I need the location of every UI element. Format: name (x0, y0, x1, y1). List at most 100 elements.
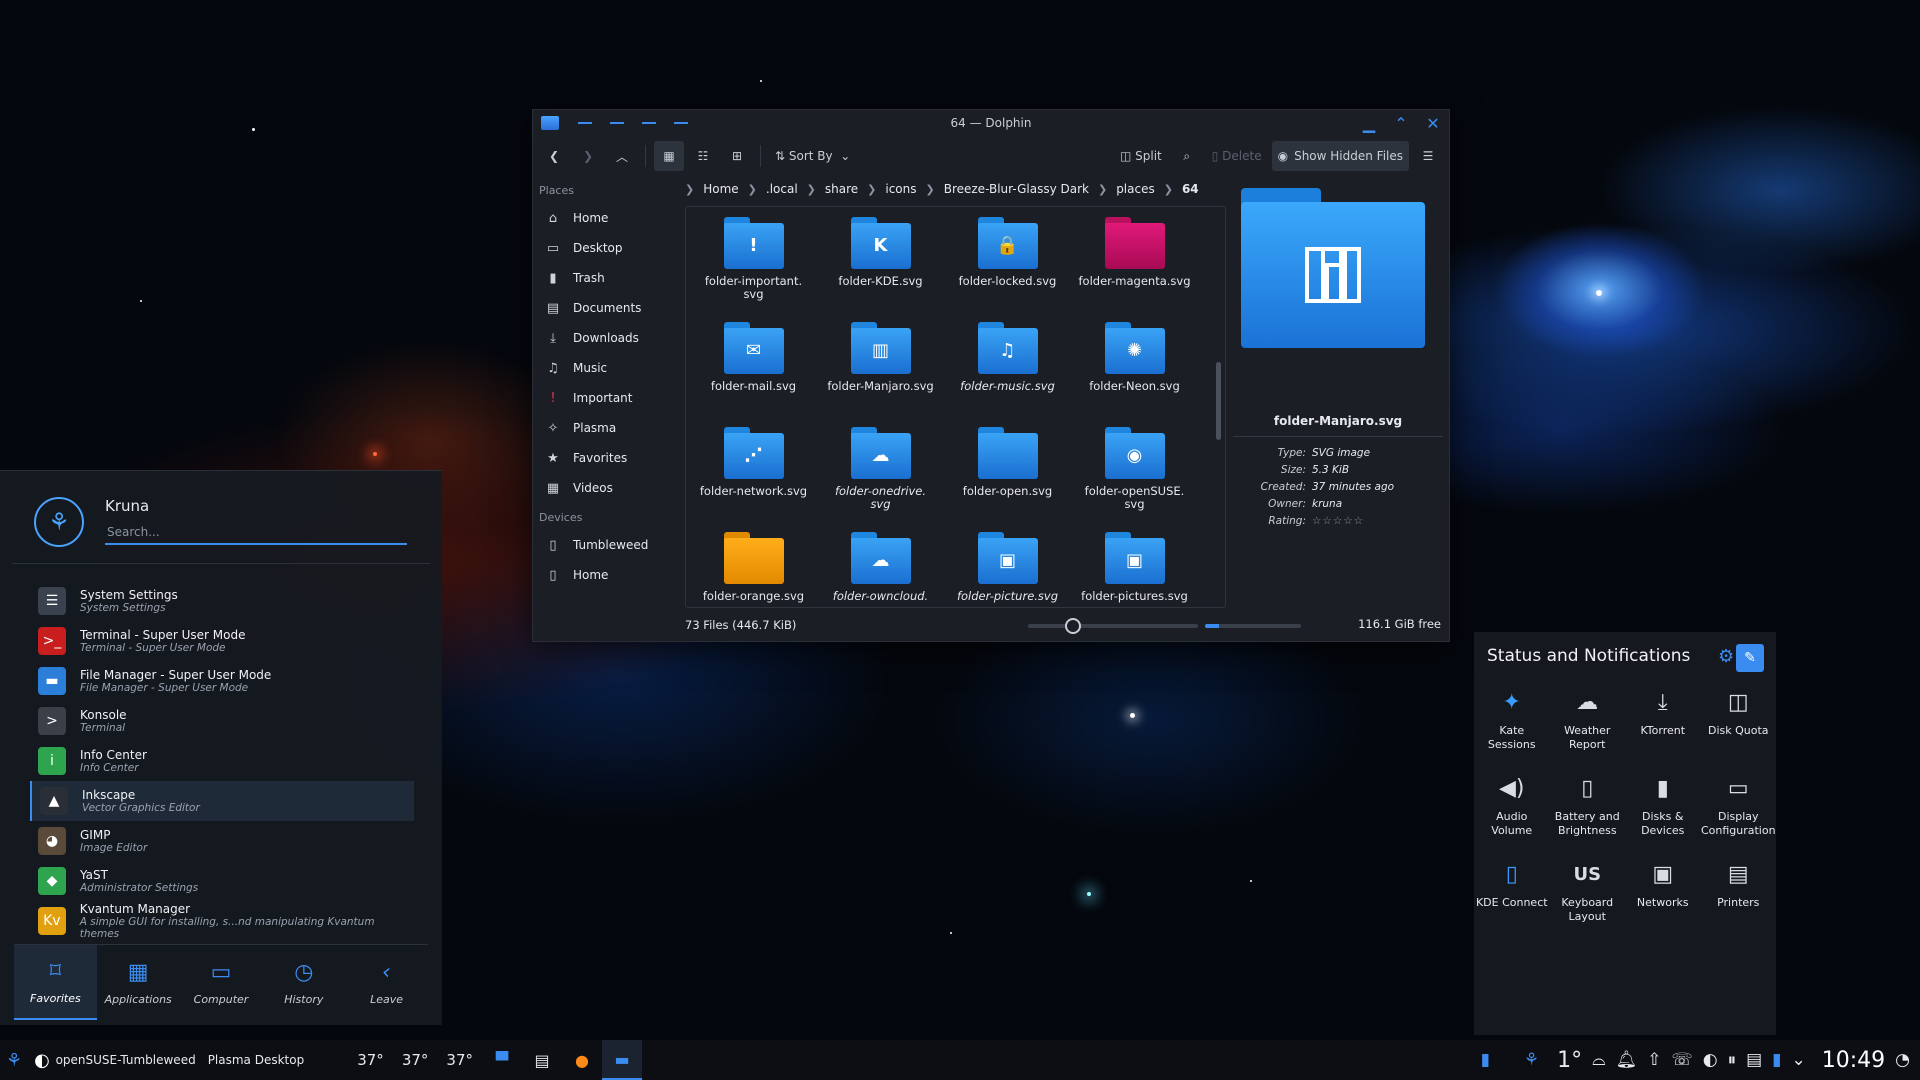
kde-logo-icon[interactable]: ⚘ (1524, 1050, 1539, 1070)
window-menu-button[interactable] (674, 122, 688, 124)
weather-icon[interactable]: ⌓ (1592, 1050, 1605, 1070)
clock[interactable]: 10:49 (1822, 1048, 1885, 1073)
file-item[interactable]: Kfolder-KDE.svg (817, 217, 944, 322)
task-system-monitor[interactable]: ▤ (522, 1040, 562, 1080)
status-item[interactable]: ▮ Disks & Devices (1625, 770, 1701, 856)
bell-icon[interactable]: 🔔︎ (1616, 1050, 1638, 1070)
file-view[interactable]: ! folder-important. svg Kfolder-KDE.svg 🔒 fo… (685, 206, 1226, 608)
breadcrumb-item[interactable]: Home (703, 182, 738, 196)
status-item[interactable]: ✦ Kate Sessions (1474, 684, 1550, 770)
tab-history[interactable]: ◷ History (262, 945, 345, 1020)
back-button[interactable]: ❮ (539, 141, 569, 171)
file-item[interactable]: ⋰ folder-network.svg (690, 427, 817, 532)
split-button[interactable]: ◫ Split (1114, 141, 1168, 171)
status-item[interactable]: ◫ Disk Quota (1701, 684, 1777, 770)
breadcrumb-item[interactable]: Breeze-Blur-Glassy Dark (944, 182, 1089, 196)
places-item[interactable]: ▮ Trash (533, 263, 678, 293)
places-item[interactable]: ▯ Home (533, 560, 678, 590)
file-item[interactable]: 🔒 folder-locked.svg (944, 217, 1071, 322)
status-item[interactable]: ▯ Battery and Brightness (1550, 770, 1626, 856)
search-input[interactable]: Search... (105, 523, 407, 545)
forward-button[interactable]: ❯ (573, 141, 603, 171)
updates-icon[interactable]: ⇧ (1647, 1050, 1661, 1070)
file-item[interactable]: ◉ folder-openSUSE. svg (1071, 427, 1198, 532)
window-menu-button[interactable] (642, 122, 656, 124)
file-item[interactable]: ✺ folder-Neon.svg (1071, 322, 1198, 427)
task-dolphin[interactable]: ▬ (602, 1040, 642, 1080)
maximize-button[interactable]: ⌃ (1393, 114, 1409, 133)
file-item[interactable]: ✉ folder-mail.svg (690, 322, 817, 427)
task-firefox[interactable]: ● (562, 1040, 602, 1080)
status-item[interactable]: ▣ Networks (1625, 856, 1701, 942)
favorite-app-item[interactable]: ▬ File Manager - Super User Mode File Mana… (30, 661, 414, 701)
sort-by-button[interactable]: ⇅ Sort By ⌄ (769, 141, 856, 171)
file-item[interactable]: folder-orange.svg (690, 532, 817, 607)
details-view-button[interactable]: ⊞ (722, 141, 752, 171)
app-launcher-button[interactable]: ⚘ (0, 1040, 28, 1080)
file-item[interactable]: folder-magenta.svg (1071, 217, 1198, 322)
places-item[interactable]: ▯ Tumbleweed (533, 530, 678, 560)
places-item[interactable]: ✧ Plasma (533, 413, 678, 443)
tab-applications[interactable]: ▦ Applications (97, 945, 180, 1020)
favorite-app-item[interactable]: ☰ System Settings System Settings (30, 581, 414, 621)
dolphin-app-icon[interactable] (541, 116, 559, 130)
hamburger-menu-button[interactable]: ☰ (1413, 141, 1443, 171)
title-bar[interactable]: 64 — Dolphin ▁ ⌃ ✕ (533, 110, 1449, 136)
pause-icon[interactable]: ⏸︎ (1728, 1050, 1737, 1070)
peek-desktop-icon[interactable]: ◔ (1895, 1050, 1910, 1070)
breadcrumb-item[interactable]: 64 (1182, 182, 1199, 196)
favorite-app-item[interactable]: >_ Terminal - Super User Mode Terminal - S… (30, 621, 414, 661)
pin-button[interactable]: ✎ (1736, 644, 1764, 672)
weather-temp[interactable]: 1° (1557, 1048, 1582, 1073)
dolphin-window[interactable]: 64 — Dolphin ▁ ⌃ ✕ ❮ ❯ ︿ ▦ ☷ ⊞ ⇅ Sort By… (532, 109, 1450, 642)
task-desktop-pager[interactable]: ▀ (482, 1040, 522, 1080)
volume-bar-icon[interactable]: ▮ (1481, 1050, 1490, 1070)
file-item[interactable]: ▥ folder-Manjaro.svg (817, 322, 944, 427)
places-item[interactable]: ▦ Videos (533, 473, 678, 503)
battery-icon[interactable]: ▮ (1772, 1050, 1781, 1070)
chevron-up-icon[interactable]: ⌄ (1792, 1050, 1806, 1070)
favorite-app-item[interactable]: i Info Center Info Center (30, 741, 414, 781)
close-button[interactable]: ✕ (1425, 114, 1441, 133)
file-item[interactable]: ▣ folder-pictures.svg (1071, 532, 1198, 607)
file-item[interactable]: ☁ folder-onedrive. svg (817, 427, 944, 532)
user-avatar[interactable]: ⚘ (34, 497, 84, 547)
clipboard-icon[interactable]: ▤ (1746, 1050, 1762, 1070)
file-view-scrollbar[interactable] (1216, 362, 1221, 440)
tab-computer[interactable]: ▭ Computer (180, 945, 263, 1020)
compact-view-button[interactable]: ☷ (688, 141, 718, 171)
icons-view-button[interactable]: ▦ (654, 141, 684, 171)
breadcrumb-item[interactable]: places (1116, 182, 1155, 196)
up-button[interactable]: ︿ (607, 141, 637, 171)
favorite-app-item[interactable]: ▲ Inkscape Vector Graphics Editor (30, 781, 414, 821)
file-item[interactable]: folder-open.svg (944, 427, 1071, 532)
search-button[interactable]: ⌕ (1172, 141, 1202, 171)
window-menu-button[interactable] (610, 122, 624, 124)
places-item[interactable]: ⤓ Downloads (533, 323, 678, 353)
breadcrumb-item[interactable]: icons (885, 182, 916, 196)
tab-leave[interactable]: ‹ Leave (345, 945, 428, 1020)
status-item[interactable]: ◀) Audio Volume (1474, 770, 1550, 856)
status-item[interactable]: ▤ Printers (1701, 856, 1777, 942)
breadcrumb-item[interactable]: share (825, 182, 858, 196)
favorite-app-item[interactable]: ◕ GIMP Image Editor (30, 821, 414, 861)
status-item[interactable]: ☁ Weather Report (1550, 684, 1626, 770)
status-item[interactable]: ▯ KDE Connect (1474, 856, 1550, 942)
audio-icon[interactable]: ◐ (1703, 1050, 1718, 1070)
kdeconnect-icon[interactable]: ☏ (1671, 1050, 1692, 1070)
zoom-slider-handle[interactable] (1065, 618, 1081, 634)
tab-favorites[interactable]: ⌑ Favorites (14, 945, 97, 1020)
places-item[interactable]: ▭ Desktop (533, 233, 678, 263)
file-item[interactable]: ☁ folder-owncloud. (817, 532, 944, 607)
places-item[interactable]: ★ Favorites (533, 443, 678, 473)
file-item[interactable]: ! folder-important. svg (690, 217, 817, 322)
distro-label[interactable]: ◐ openSUSE-Tumbleweed (28, 1040, 202, 1080)
favorite-app-item[interactable]: > Konsole Terminal (30, 701, 414, 741)
delete-button[interactable]: ▯ Delete (1206, 141, 1268, 171)
file-item[interactable]: ▣ folder-picture.svg (944, 532, 1071, 607)
show-hidden-files-button[interactable]: ◉ Show Hidden Files (1271, 141, 1409, 171)
configure-button[interactable]: ⚙ (1718, 646, 1734, 667)
status-item[interactable]: ▭ Display Configuration (1701, 770, 1777, 856)
status-item[interactable]: ⤓ KTorrent (1625, 684, 1701, 770)
minimize-button[interactable]: ▁ (1361, 114, 1377, 133)
